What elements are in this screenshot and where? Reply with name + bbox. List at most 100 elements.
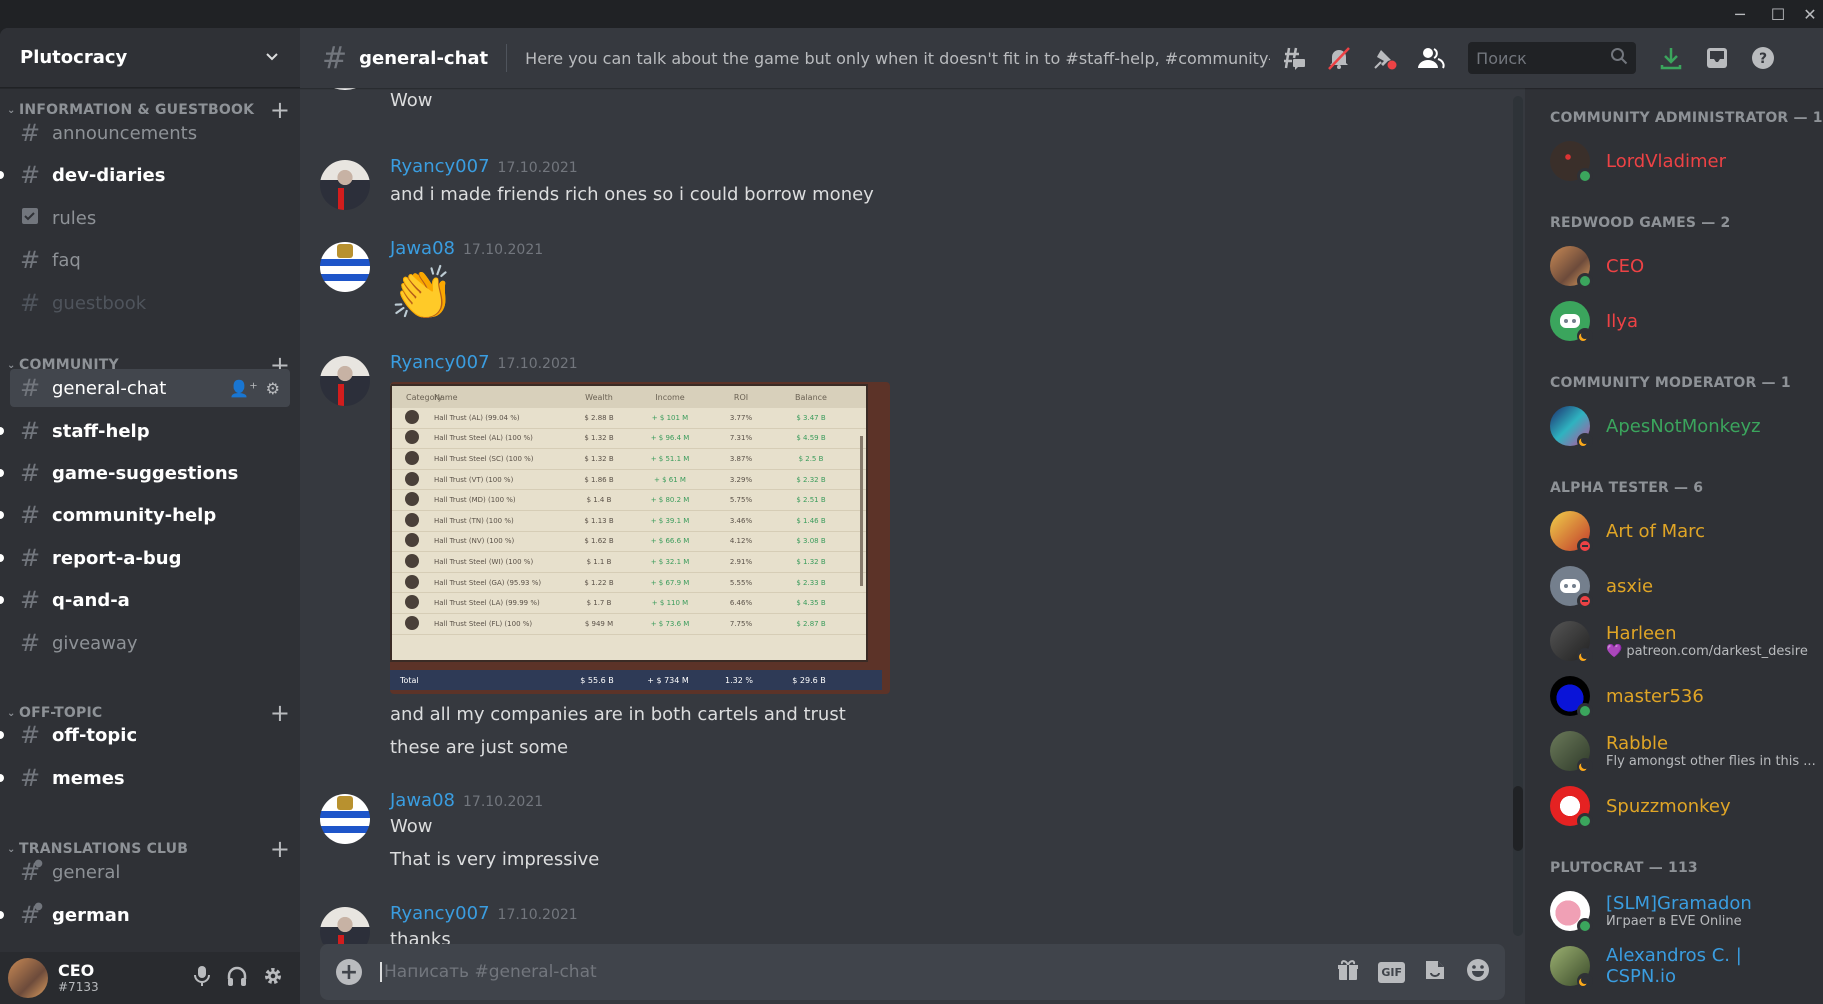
- minimize-button[interactable]: ─: [1720, 0, 1760, 28]
- channel-list[interactable]: ⌄ INFORMATION & GUESTBOOK + # announcements #…: [0, 90, 300, 930]
- member-item[interactable]: [SLM]Gramadon Играет в EVE Online: [1550, 888, 1815, 934]
- chat-scrollbar[interactable]: [1513, 96, 1523, 936]
- attachment-cell: + $ 61 M: [654, 475, 686, 484]
- emoji-picker-icon[interactable]: [1465, 957, 1491, 987]
- attachment-cell: + $ 67.9 M: [650, 578, 690, 587]
- status-online-icon: [1577, 918, 1593, 934]
- sidebar-channel-announcements[interactable]: # announcements: [10, 114, 290, 152]
- settings-gear-icon[interactable]: [262, 965, 284, 992]
- sidebar-channel-giveaway[interactable]: # giveaway: [10, 624, 290, 662]
- add-attachment-button[interactable]: +: [336, 959, 362, 985]
- server-header[interactable]: Plutocracy: [0, 28, 300, 88]
- author-name[interactable]: Ryancy007: [390, 156, 490, 177]
- user-avatar[interactable]: [8, 958, 48, 998]
- author-name[interactable]: Ryancy007: [390, 352, 490, 373]
- notification-bell-muted-icon[interactable]: [1316, 38, 1362, 78]
- download-icon[interactable]: [1648, 38, 1694, 78]
- channel-name: dev-diaries: [52, 164, 166, 186]
- avatar[interactable]: [320, 242, 370, 292]
- status-online-icon: [1577, 273, 1593, 289]
- sidebar-channel-general-chat[interactable]: # general-chat 👤⁺ ⚙: [10, 369, 290, 407]
- member-item[interactable]: ApesNotMonkeyz: [1550, 403, 1815, 449]
- gift-icon[interactable]: [1336, 958, 1360, 986]
- message-header: Jawa08 17.10.2021: [390, 790, 543, 811]
- avatar: [1550, 731, 1593, 774]
- member-item[interactable]: Spuzzmonkey: [1550, 783, 1815, 829]
- status-idle-icon: [1577, 648, 1593, 664]
- avatar[interactable]: [320, 160, 370, 210]
- microphone-icon[interactable]: [192, 965, 212, 992]
- attachment-cell: 7.31%: [729, 434, 753, 443]
- sidebar-channel-dev-diaries[interactable]: # dev-diaries: [0, 156, 290, 194]
- timestamp: 17.10.2021: [463, 794, 544, 810]
- avatar[interactable]: [320, 356, 370, 406]
- channel-name: report-a-bug: [52, 547, 182, 569]
- author-name[interactable]: Jawa08: [390, 790, 455, 811]
- attachment-cell: $ 1.32 B: [584, 434, 614, 443]
- search-box[interactable]: [1468, 42, 1637, 74]
- inbox-icon[interactable]: [1694, 38, 1740, 78]
- close-button[interactable]: ✕: [1790, 0, 1823, 28]
- channel-sidebar: Plutocracy ⌄ INFORMATION & GUESTBOOK + # ann…: [0, 28, 300, 1004]
- member-item[interactable]: CEO: [1550, 243, 1815, 289]
- attachment-cell: Hall Trust (TN) (100 %): [434, 516, 514, 525]
- attachment-cell: $ 1.1 B: [586, 557, 612, 566]
- avatar[interactable]: [320, 88, 370, 90]
- member-item[interactable]: master536: [1550, 673, 1815, 719]
- sidebar-channel-rules[interactable]: rules: [10, 199, 290, 237]
- sidebar-channel-staff-help[interactable]: # staff-help: [0, 412, 290, 450]
- attachment-cell: + $ 32.1 M: [650, 557, 690, 566]
- company-icon: [405, 409, 419, 424]
- member-name: Harleen: [1606, 622, 1677, 644]
- attachment-cell: + $ 39.1 M: [650, 516, 690, 525]
- member-item[interactable]: Art of Marc: [1550, 508, 1815, 554]
- sidebar-channel-general[interactable]: #● general: [10, 853, 290, 891]
- member-item[interactable]: asxie: [1550, 563, 1815, 609]
- message-list[interactable]: Wow Ryancy007 17.10.2021 and i made frien…: [300, 88, 1525, 944]
- sidebar-channel-report-a-bug[interactable]: # report-a-bug: [0, 539, 290, 577]
- create-invite-icon[interactable]: 👤⁺: [229, 379, 257, 398]
- sidebar-channel-german[interactable]: #● german: [0, 896, 290, 930]
- channel-settings-gear-icon[interactable]: ⚙: [266, 379, 280, 398]
- member-name: ApesNotMonkeyz: [1606, 415, 1761, 437]
- sidebar-channel-community-help[interactable]: # community-help: [0, 496, 290, 534]
- sticker-icon[interactable]: [1423, 958, 1447, 986]
- image-attachment[interactable]: Category Name Wealth Income ROI Balance Hall …: [390, 382, 890, 694]
- attachment-cell: [392, 430, 434, 446]
- message-input[interactable]: [380, 962, 1337, 982]
- sidebar-channel-q-and-a[interactable]: # q-and-a: [0, 581, 290, 619]
- help-icon[interactable]: ?: [1740, 38, 1786, 78]
- attachment-column-header: Wealth: [585, 392, 613, 402]
- threads-icon[interactable]: [1270, 38, 1316, 78]
- unread-indicator: [0, 427, 4, 435]
- sidebar-channel-faq[interactable]: # faq: [10, 241, 290, 279]
- attachment-cell: [392, 595, 434, 611]
- member-list[interactable]: COMMUNITY ADMINISTRATOR — 1 LordVladimer R…: [1525, 88, 1823, 1004]
- gif-button[interactable]: GIF: [1378, 961, 1405, 983]
- headphones-icon[interactable]: [226, 965, 248, 992]
- search-input[interactable]: [1476, 48, 1611, 68]
- sidebar-channel-guestbook[interactable]: # guestbook: [10, 284, 290, 322]
- avatar[interactable]: [320, 907, 370, 944]
- author-name[interactable]: Ryancy007: [390, 903, 490, 924]
- member-item[interactable]: Rabble Fly amongst other flies in this ..…: [1550, 728, 1816, 774]
- member-item[interactable]: Harleen 💜 patreon.com/darkest_desire: [1550, 618, 1815, 664]
- sidebar-channel-off-topic[interactable]: # off-topic: [0, 716, 290, 754]
- author-name[interactable]: Jawa08: [390, 238, 455, 259]
- avatar[interactable]: [320, 794, 370, 844]
- member-name: Rabble: [1606, 732, 1669, 754]
- member-item[interactable]: Alexandros C. | CSPN.io: [1550, 943, 1815, 989]
- hashtag-icon: #: [20, 586, 41, 614]
- pinned-messages-icon[interactable]: [1362, 38, 1408, 78]
- sidebar-channel-game-suggestions[interactable]: # game-suggestions: [0, 454, 290, 492]
- chat-scrollbar-thumb[interactable]: [1513, 786, 1523, 851]
- attachment-cell: $ 3.08 B: [796, 537, 826, 546]
- member-item[interactable]: LordVladimer: [1550, 138, 1815, 184]
- sidebar-channel-memes[interactable]: # memes: [0, 759, 290, 797]
- member-role-header: COMMUNITY ADMINISTRATOR — 1: [1550, 110, 1823, 126]
- member-item[interactable]: Ilya: [1550, 298, 1815, 344]
- attachment-cell: [392, 615, 434, 632]
- member-list-icon[interactable]: [1408, 38, 1454, 78]
- hashtag-icon: #: [20, 119, 41, 147]
- channel-topic[interactable]: Here you can talk about the game but onl…: [525, 49, 1270, 68]
